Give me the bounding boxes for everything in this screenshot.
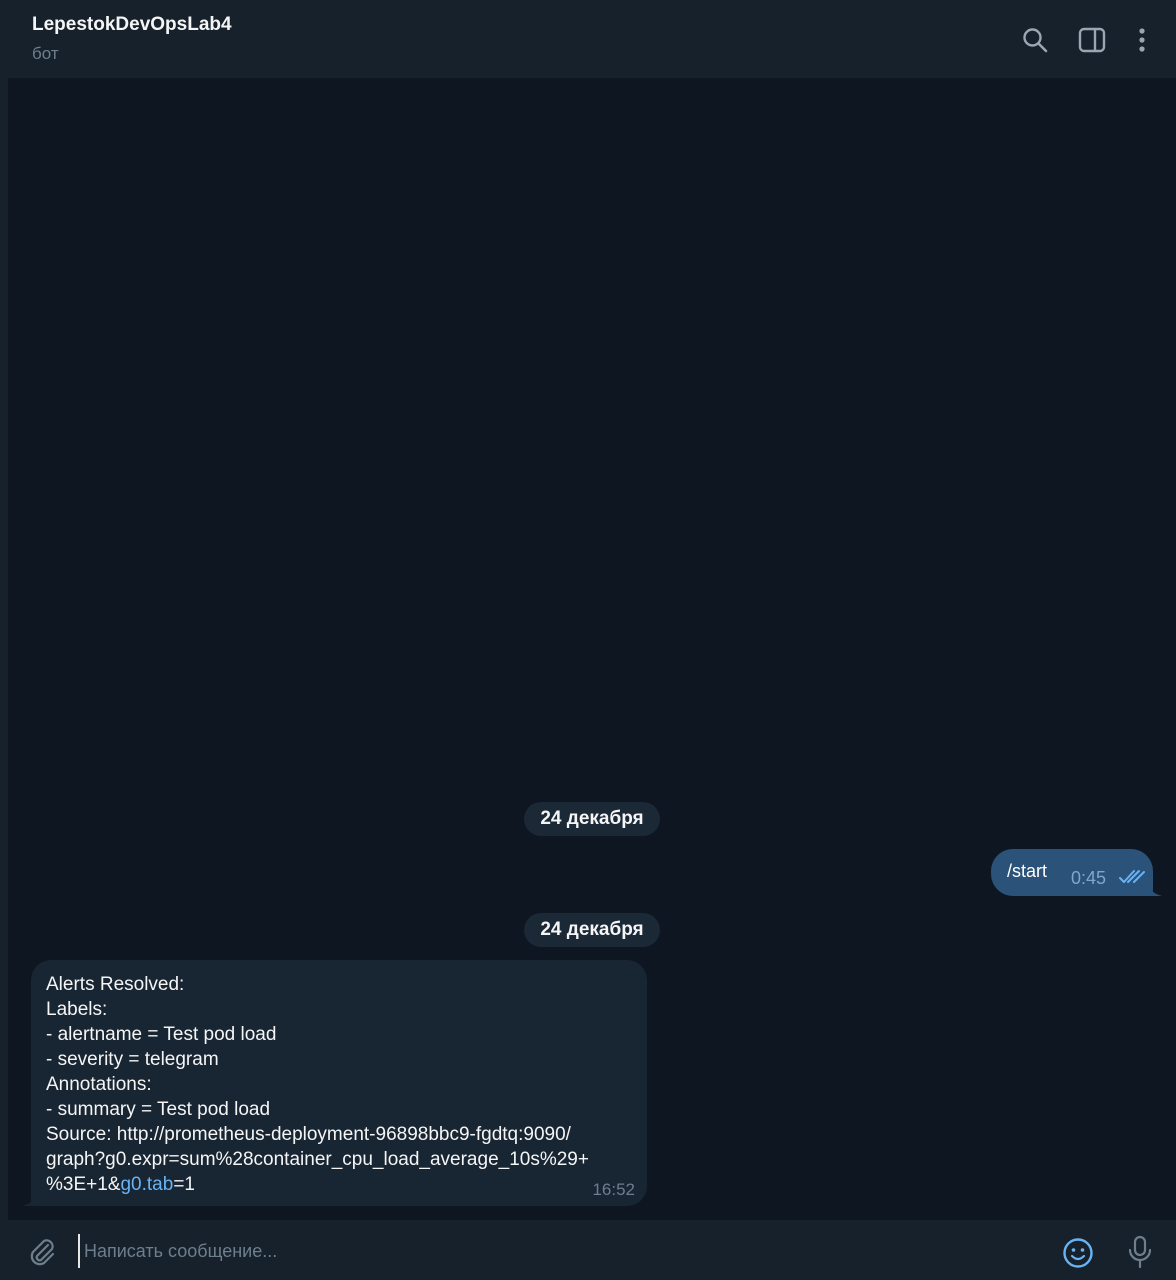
left-edge-strip xyxy=(0,0,8,1280)
message-input[interactable] xyxy=(78,1234,1038,1268)
message-line: Labels: xyxy=(46,999,108,1020)
outgoing-message[interactable]: /start 0:45 xyxy=(991,849,1153,896)
message-line-last: %3E+1&g0.tab=1 xyxy=(46,1172,632,1197)
message-line: Annotations: xyxy=(46,1074,152,1095)
search-button[interactable] xyxy=(1017,22,1053,58)
message-link[interactable]: g0.tab xyxy=(120,1174,173,1195)
message-line: graph?g0.expr=sum%28container_cpu_load_a… xyxy=(46,1149,589,1170)
chat-title[interactable]: LepestokDevOpsLab4 xyxy=(32,14,232,36)
message-line: - summary = Test pod load xyxy=(46,1099,271,1120)
outgoing-message-text: /start xyxy=(1007,861,1048,881)
message-line: - severity = telegram xyxy=(46,1049,219,1070)
date-separator: 24 декабря xyxy=(524,802,660,836)
emoji-icon[interactable] xyxy=(1062,1237,1094,1269)
more-button[interactable] xyxy=(1124,22,1160,58)
message-line: Alerts Resolved: xyxy=(46,974,185,995)
sidebar-toggle-button[interactable] xyxy=(1074,22,1110,58)
chat-subtitle: бот xyxy=(32,44,59,63)
search-icon xyxy=(1023,28,1048,53)
last-line-suffix: =1 xyxy=(173,1174,195,1195)
message-list[interactable]: 24 декабря /start 0:45 24 декабря Alerts… xyxy=(8,78,1176,1220)
message-line: Source: http://prometheus-deployment-968… xyxy=(46,1124,571,1145)
incoming-message[interactable]: Alerts Resolved: Labels: - alertname = T… xyxy=(31,960,647,1206)
microphone-icon[interactable] xyxy=(1126,1235,1154,1269)
outgoing-message-time: 0:45 xyxy=(1071,868,1107,888)
message-line: - alertname = Test pod load xyxy=(46,1024,277,1045)
more-vertical-icon xyxy=(1139,28,1145,52)
message-composer xyxy=(8,1220,1176,1280)
incoming-message-time: 16:52 xyxy=(592,1180,635,1199)
paperclip-icon[interactable] xyxy=(28,1237,56,1267)
date-separator: 24 декабря xyxy=(524,913,660,947)
sidebar-toggle-icon xyxy=(1078,27,1106,53)
last-line-prefix: %3E+1& xyxy=(46,1174,121,1195)
double-check-icon xyxy=(1119,870,1145,883)
chat-header: LepestokDevOpsLab4 бот xyxy=(8,0,1176,78)
